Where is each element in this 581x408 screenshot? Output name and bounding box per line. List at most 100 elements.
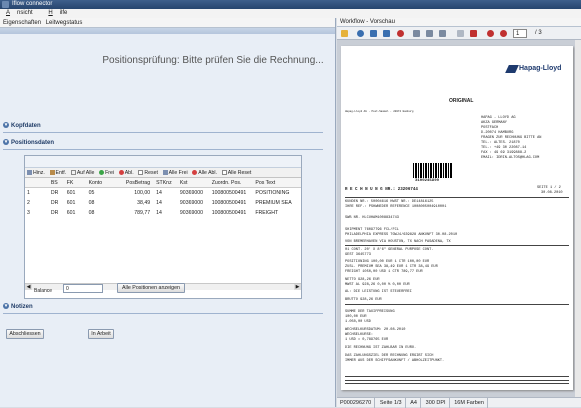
cell-konto: 05 xyxy=(87,188,115,198)
menu-ansicht[interactable]: Ansicht xyxy=(3,10,37,16)
reject-icon xyxy=(119,170,124,175)
address-line: D-20074 HAMBURG xyxy=(481,131,513,135)
page-number-input[interactable]: 1 xyxy=(513,29,527,38)
in-work-button[interactable]: In Arbeit xyxy=(88,329,114,339)
doc-line: DAS ZAHLUNGSZIEL DER RECHNUNG ERGIBT SIC… xyxy=(345,354,433,358)
table-row[interactable]: 2 DR 601 08 38,49 14 90369000 1008005004… xyxy=(25,198,301,208)
home-icon[interactable] xyxy=(341,30,348,37)
row-number: 1 xyxy=(25,188,49,198)
previous-page-icon[interactable] xyxy=(487,30,494,37)
zoom-icon[interactable] xyxy=(397,30,404,37)
section-notizen[interactable]: ▾Notizen xyxy=(3,303,33,312)
remove-row-icon xyxy=(50,170,55,175)
reset-button[interactable]: Reset xyxy=(138,168,158,178)
cell-kst: 90369000 xyxy=(178,208,210,218)
cell-posbetrag: 100,00 xyxy=(114,188,154,198)
cell-posbetrag: 38,49 xyxy=(114,198,154,208)
column-header[interactable]: PosBetrag xyxy=(114,178,154,187)
vertical-scrollbar[interactable] xyxy=(575,40,581,397)
column-header[interactable]: Zuordn. Pos. xyxy=(210,178,254,187)
barcode xyxy=(413,163,453,178)
section-divider xyxy=(3,313,323,314)
add-button[interactable]: Hinz. xyxy=(27,168,45,178)
window-title: Iflow connector xyxy=(12,1,52,7)
original-label: ORIGINAL xyxy=(449,98,473,104)
address-line: TEL.: ALTES. 21870 xyxy=(481,141,520,145)
release-all-icon xyxy=(163,170,168,175)
balance-label: Balance xyxy=(34,288,52,294)
cell-fk: 601 xyxy=(65,208,87,218)
tab-eigenschaften[interactable]: Eigenschaften xyxy=(3,20,41,26)
cell-konto: 08 xyxy=(87,208,115,218)
release-all-button[interactable]: Alle Frei xyxy=(163,168,188,178)
apply-all-button[interactable]: Auf Alle xyxy=(71,168,95,178)
preview-toolbar: 1 / 3 xyxy=(337,27,581,40)
panel-header xyxy=(25,156,301,168)
remove-button[interactable]: Entf. xyxy=(50,168,67,178)
cell-bs: DR xyxy=(49,198,65,208)
column-header[interactable]: Pos Text xyxy=(253,178,301,187)
print-icon[interactable] xyxy=(457,30,464,37)
cell-kst: 90369000 xyxy=(178,188,210,198)
preview-title: Workflow - Vorschau xyxy=(337,18,581,27)
doc-line: MWST AL 928,26 0,00 % 0,00 EUR xyxy=(345,283,410,287)
doc-line: SWB NR. HLCUHAM1008834743 xyxy=(345,216,399,220)
column-header[interactable]: STKnz xyxy=(154,178,178,187)
cell-zuordnung: 100800500491 xyxy=(210,198,254,208)
release-button[interactable]: Frei xyxy=(99,168,114,178)
doc-line: SHIPMENT 76097796 FCL/FCL xyxy=(345,228,399,232)
zoom-in-icon[interactable] xyxy=(426,30,433,37)
reject-all-button[interactable]: Alle Abl. xyxy=(192,168,217,178)
section-positionsdaten[interactable]: ▾Positionsdaten xyxy=(3,139,54,148)
column-header[interactable]: BS xyxy=(49,178,65,187)
zoom-fit-icon[interactable] xyxy=(413,30,420,37)
address-line: TEL.: +49 30 22087-14 xyxy=(481,146,526,150)
address-line: AKZA GERMANY xyxy=(481,121,507,125)
rule xyxy=(345,304,569,305)
next-page-icon[interactable] xyxy=(500,30,507,37)
move-icon[interactable] xyxy=(357,30,364,37)
document-viewport[interactable]: Hapag-Lloyd ORIGINAL Hapag-Lloyd AG · Po… xyxy=(337,40,581,397)
cell-bs: DR xyxy=(49,188,65,198)
barcode-number: 3100245899 xyxy=(415,179,439,183)
cell-konto: 08 xyxy=(87,198,115,208)
doc-line: DIE RECHNUNG IST ZAHLBAR IN EURO. xyxy=(345,346,416,350)
rule xyxy=(345,197,569,198)
section-kopfdaten[interactable]: ▾Kopfdaten xyxy=(3,122,41,131)
table-row[interactable]: 3 DR 601 08 789,77 14 90369000 100800500… xyxy=(25,208,301,218)
hapag-lloyd-logo-icon xyxy=(505,65,519,73)
doc-line: SUMME DER TAXIFPREISUNG xyxy=(345,310,395,314)
address-line: EMAIL: IDRIN.ALTOS@HLAG.COM xyxy=(481,156,539,160)
brand-logo: Hapag-Lloyd xyxy=(519,65,561,72)
address-line: FAX : 49 69 3199888-2 xyxy=(481,151,526,155)
save-icon[interactable] xyxy=(470,30,477,37)
window-titlebar: Iflow connector xyxy=(0,0,581,9)
reject-button[interactable]: Abl. xyxy=(119,168,134,178)
reset-all-icon xyxy=(222,170,227,175)
left-tab-bar: Eigenschaften Leitwegstatus xyxy=(0,18,335,28)
arrow-left-icon[interactable] xyxy=(370,30,377,37)
scroll-left-icon[interactable]: ◀ xyxy=(25,284,32,290)
doc-line: KUNDEN NR.: 50004616 HWST NR.: DE1481612… xyxy=(345,200,433,204)
close-button[interactable]: Abschliessen xyxy=(6,329,44,339)
cell-postext: POSITIONING xyxy=(253,188,301,198)
table-row[interactable]: 1 DR 601 05 100,00 14 90369000 100800500… xyxy=(25,188,301,198)
tab-leitwegstatus[interactable]: Leitwegstatus xyxy=(46,20,83,26)
doc-line: ZUSL. PREMIUM SEA 38,49 EUR 1 CTR 38,49 … xyxy=(345,265,438,269)
reset-all-button[interactable]: Alle Reset xyxy=(222,168,252,178)
column-header[interactable]: Konto xyxy=(87,178,115,187)
zoom-out-icon[interactable] xyxy=(439,30,446,37)
column-header[interactable]: Kst xyxy=(178,178,210,187)
arrow-down-icon[interactable] xyxy=(383,30,390,37)
sender-line: Hapag-Lloyd AG · Post-Sammel · 20074 Ham… xyxy=(345,110,414,113)
cell-kst: 90369000 xyxy=(178,198,210,208)
balance-field[interactable]: 0 xyxy=(63,284,103,293)
doc-line: BRUTTO 928,26 EUR xyxy=(345,298,382,302)
doc-line: WECHSELKURSDATUM: 20.08.2010 xyxy=(345,328,405,332)
show-all-positions-button[interactable]: Alle Positionen anzeigen xyxy=(117,283,185,293)
preview-pane: Workflow - Vorschau 1 / 3 Hapag-Lloyd OR… xyxy=(337,18,581,407)
column-header[interactable] xyxy=(25,178,49,187)
column-header[interactable]: FK xyxy=(65,178,87,187)
scroll-right-icon[interactable]: ▶ xyxy=(294,284,301,290)
menu-hilfe[interactable]: Hilfe xyxy=(45,10,71,16)
